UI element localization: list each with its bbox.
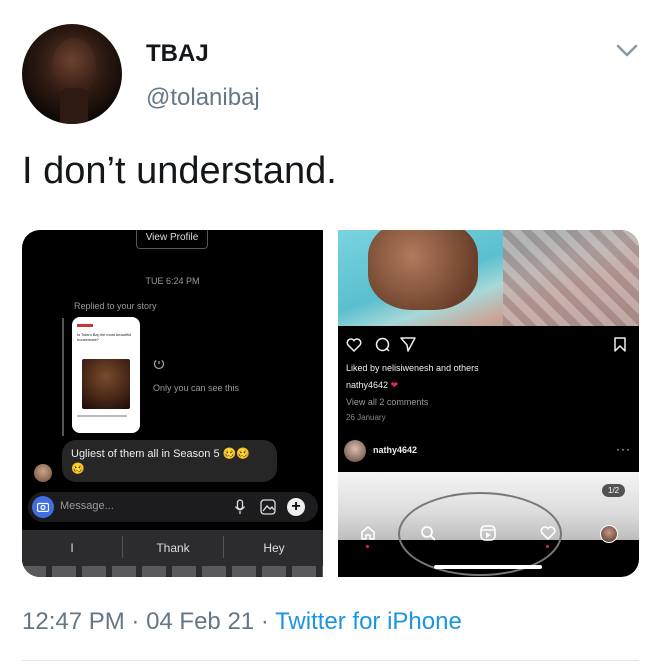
post-date: 26 January [346,413,386,422]
story-card[interactable]: Is Tolani Baj the most beautiful housema… [72,317,140,433]
search-icon[interactable] [420,525,436,541]
photo-tiles [503,230,639,326]
liked-by[interactable]: Liked by nelisiwenesh and others [346,363,479,373]
meta-separator: · [254,608,276,635]
camera-button[interactable] [32,496,54,518]
story-photo [82,359,130,409]
dm-message-text: Ugliest of them all in Season 5 🥴🥴 🥴 [71,448,251,475]
add-button[interactable]: + [287,498,305,516]
keyboard-keys [22,566,323,577]
red-heart-emoji: ❤ [390,380,399,390]
view-comments[interactable]: View all 2 comments [346,397,428,407]
avatar[interactable] [22,24,122,124]
activity-heart-icon[interactable] [540,526,556,540]
author-name[interactable]: TBAJ [146,40,209,68]
story-text-lines [77,415,127,417]
bookmark-icon[interactable] [614,337,626,352]
home-active-dot [366,545,369,548]
mic-icon[interactable] [234,499,246,515]
only-you-label: Only you can see this [153,383,240,393]
author-handle[interactable]: @tolanibaj [146,84,260,112]
comment-icon[interactable] [375,337,390,352]
tweet-image-feed[interactable]: Liked by nelisiwenesh and others nathy46… [338,230,639,577]
home-indicator [434,565,542,569]
story-headline: Is Tolani Baj the most beautiful housema… [77,332,132,342]
post-user-avatar[interactable] [344,440,366,462]
heart-icon[interactable] [346,338,362,352]
home-icon[interactable] [360,525,376,541]
caption-user[interactable]: nathy4642 ❤ [346,380,398,391]
suggestion-1[interactable]: I [22,541,122,555]
story-logo [77,324,93,327]
view-profile-button[interactable]: View Profile [136,230,208,249]
photo-leg [368,230,478,310]
more-options-icon[interactable]: ··· [616,442,631,456]
sender-avatar[interactable] [34,464,52,482]
gallery-icon[interactable] [260,499,276,515]
reply-line [62,318,64,436]
tweet-source[interactable]: Twitter for iPhone [275,608,462,635]
message-input[interactable]: Message... [60,500,114,512]
camera-icon [37,502,49,512]
avatar-neck [60,88,88,124]
tweet-text: I don’t understand. [22,150,337,192]
activity-dot [546,545,549,548]
dm-replied-label: Replied to your story [74,301,157,311]
suggestion-2[interactable]: Thank [123,541,223,555]
timer-icon [153,358,165,370]
suggestion-3[interactable]: Hey [224,541,323,555]
post-username[interactable]: nathy4642 [373,445,417,455]
divider [22,660,639,661]
tweet-meta: 12:47 PM · 04 Feb 21 · Twitter for iPhon… [22,608,462,636]
dm-timestamp: TUE 6:24 PM [145,276,200,286]
chevron-down-icon[interactable] [616,44,638,58]
avatar-face [52,38,96,94]
reels-icon[interactable] [480,525,496,541]
meta-separator: · [124,608,147,635]
photo-counter: 1/2 [602,484,626,497]
caption-username[interactable]: nathy4642 [346,380,388,390]
share-icon[interactable] [400,337,416,352]
profile-tab-avatar[interactable] [600,525,618,543]
tweet-date[interactable]: 04 Feb 21 [146,608,254,635]
tweet-time[interactable]: 12:47 PM [22,608,125,635]
post-photo [338,230,639,326]
tweet-image-dm[interactable]: View Profile TUE 6:24 PM Replied to your… [22,230,323,577]
